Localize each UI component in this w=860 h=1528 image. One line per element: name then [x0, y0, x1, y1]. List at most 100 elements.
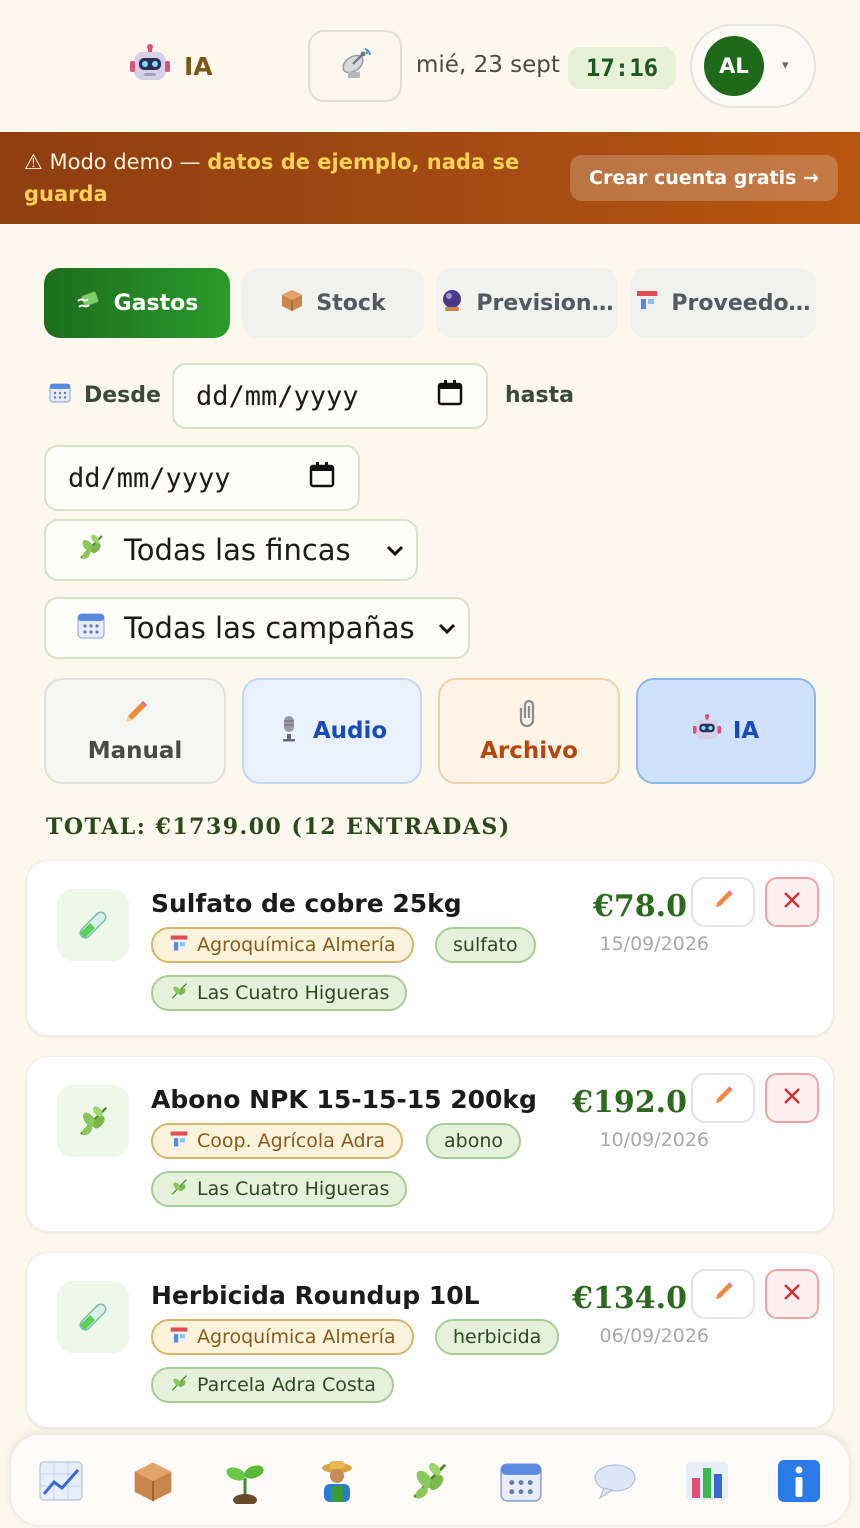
edit-button[interactable] — [691, 877, 755, 927]
herb-icon — [169, 981, 189, 1006]
farm-chip[interactable]: Las Cuatro Higueras — [151, 1171, 408, 1207]
manual-label: Manual — [87, 738, 183, 764]
file-entry-button[interactable]: Archivo — [438, 678, 620, 784]
herb-icon — [57, 1085, 129, 1157]
category-tag: abono — [426, 1123, 521, 1159]
nav-speech-bubble-icon[interactable] — [591, 1457, 639, 1505]
expense-amount: €134.0 — [572, 1281, 687, 1316]
farm-name: Las Cuatro Higueras — [197, 982, 390, 1004]
sync-button[interactable] — [308, 30, 402, 102]
supplier-name: Agroquímica Almería — [197, 1326, 396, 1348]
calendar-picker-icon[interactable] — [436, 379, 464, 414]
calendar-icon — [48, 380, 72, 410]
ia-method-label: IA — [732, 718, 760, 744]
tab-stock[interactable]: Stock — [242, 268, 424, 338]
store-icon — [169, 1325, 189, 1350]
date-from-placeholder: dd/mm/yyyy — [196, 380, 359, 412]
delete-button[interactable] — [765, 877, 819, 927]
delete-button[interactable] — [765, 1073, 819, 1123]
nav-package-icon[interactable] — [129, 1457, 177, 1505]
edit-button[interactable] — [691, 1269, 755, 1319]
crystal-ball-icon — [440, 288, 464, 318]
expense-title: Abono NPK 15-15-15 200kg — [151, 1085, 537, 1114]
campaign-select[interactable]: Todas las campañas — [44, 597, 470, 659]
chevron-down-icon: ▾ — [782, 58, 789, 73]
create-account-button[interactable]: Crear cuenta gratis → — [570, 155, 838, 201]
chevron-down-icon — [382, 537, 408, 571]
manual-entry-button[interactable]: Manual — [44, 678, 226, 784]
edit-button[interactable] — [691, 1073, 755, 1123]
audio-entry-button[interactable]: Audio — [242, 678, 422, 784]
nav-herb-icon[interactable] — [405, 1457, 453, 1505]
expense-date: 15/09/2026 — [599, 933, 709, 955]
supplier-name: Coop. Agrícola Adra — [197, 1130, 386, 1152]
delete-button[interactable] — [765, 1269, 819, 1319]
date-to-input[interactable]: dd/mm/yyyy — [44, 445, 360, 511]
audio-label: Audio — [312, 718, 388, 744]
top-header: IA mié, 23 sept 17:16 AL ▾ — [0, 0, 860, 132]
desde-label-text: Desde — [84, 382, 161, 408]
expense-date: 10/09/2026 — [599, 1129, 709, 1151]
supplier-chip[interactable]: Agroquímica Almería — [151, 927, 414, 963]
nav-farmer-icon[interactable] — [313, 1457, 361, 1505]
calendar-picker-icon[interactable] — [308, 461, 336, 496]
farm-chip[interactable]: Las Cuatro Higueras — [151, 975, 408, 1011]
supplier-chip[interactable]: Agroquímica Almería — [151, 1319, 414, 1355]
supplier-chip[interactable]: Coop. Agrícola Adra — [151, 1123, 404, 1159]
nav-calendar-icon[interactable] — [497, 1457, 545, 1505]
pencil-icon — [120, 698, 150, 734]
tab-gastos[interactable]: Gastos — [44, 268, 230, 338]
bottom-navigation — [10, 1434, 850, 1526]
store-icon — [169, 933, 189, 958]
ai-entry-button[interactable]: IA — [636, 678, 816, 784]
current-time: 17:16 — [568, 47, 676, 89]
hasta-label: hasta — [505, 383, 574, 408]
pencil-icon — [711, 888, 735, 916]
nav-bar-chart-icon[interactable] — [683, 1457, 731, 1505]
expense-card[interactable]: Herbicida Roundup 10L Agroquímica Almerí… — [26, 1252, 834, 1428]
pencil-icon — [711, 1280, 735, 1308]
campaign-select-value: Todas las campañas — [124, 611, 415, 645]
category-tag: sulfato — [435, 927, 536, 963]
tab-previsiones[interactable]: Prevision… — [436, 268, 618, 338]
tab-previsiones-label: Prevision… — [476, 290, 614, 316]
farm-select-value: Todas las fincas — [124, 533, 351, 567]
date-to-placeholder: dd/mm/yyyy — [68, 462, 231, 494]
close-icon — [782, 1282, 802, 1306]
demo-banner-text: ⚠ Modo demo — datos de ejemplo, nada se … — [24, 146, 544, 210]
nav-seedling-icon[interactable] — [221, 1457, 269, 1505]
farm-chip[interactable]: Parcela Adra Costa — [151, 1367, 394, 1403]
package-icon — [280, 288, 304, 318]
herb-icon — [76, 532, 106, 569]
nav-info-icon[interactable] — [775, 1457, 823, 1505]
expense-title: Herbicida Roundup 10L — [151, 1281, 480, 1310]
farm-select[interactable]: Todas las fincas — [44, 519, 418, 581]
tab-gastos-label: Gastos — [113, 290, 199, 316]
pencil-icon — [711, 1084, 735, 1112]
store-icon — [169, 1129, 189, 1154]
paperclip-icon — [518, 698, 540, 734]
test-tube-icon — [57, 889, 129, 961]
test-tube-icon — [57, 1281, 129, 1353]
ia-label: IA — [184, 51, 213, 81]
expenses-total: TOTAL: €1739.00 (12 ENTRADAS) — [46, 814, 511, 840]
chevron-down-icon — [434, 615, 460, 649]
ia-assistant-button[interactable]: IA — [130, 44, 213, 88]
date-from-input[interactable]: dd/mm/yyyy — [172, 363, 488, 429]
desde-label: Desde — [48, 380, 161, 410]
expense-card[interactable]: Abono NPK 15-15-15 200kg Coop. Agrícola … — [26, 1056, 834, 1232]
tab-proveedores[interactable]: Proveedo… — [630, 268, 816, 338]
robot-icon — [130, 44, 170, 88]
expense-amount: €78.0 — [593, 889, 687, 924]
money-with-wings-icon — [76, 287, 102, 319]
user-menu[interactable]: AL ▾ — [690, 24, 816, 108]
demo-banner: ⚠ Modo demo — datos de ejemplo, nada se … — [0, 132, 860, 224]
robot-icon — [692, 714, 721, 748]
expense-card[interactable]: Sulfato de cobre 25kg Agroquímica Almerí… — [26, 860, 834, 1036]
herb-icon — [169, 1177, 189, 1202]
calendar-icon — [76, 610, 106, 647]
store-icon — [635, 288, 659, 318]
tab-proveedores-label: Proveedo… — [671, 290, 811, 316]
category-tag: herbicida — [435, 1319, 560, 1355]
nav-chart-increasing-icon[interactable] — [37, 1457, 85, 1505]
